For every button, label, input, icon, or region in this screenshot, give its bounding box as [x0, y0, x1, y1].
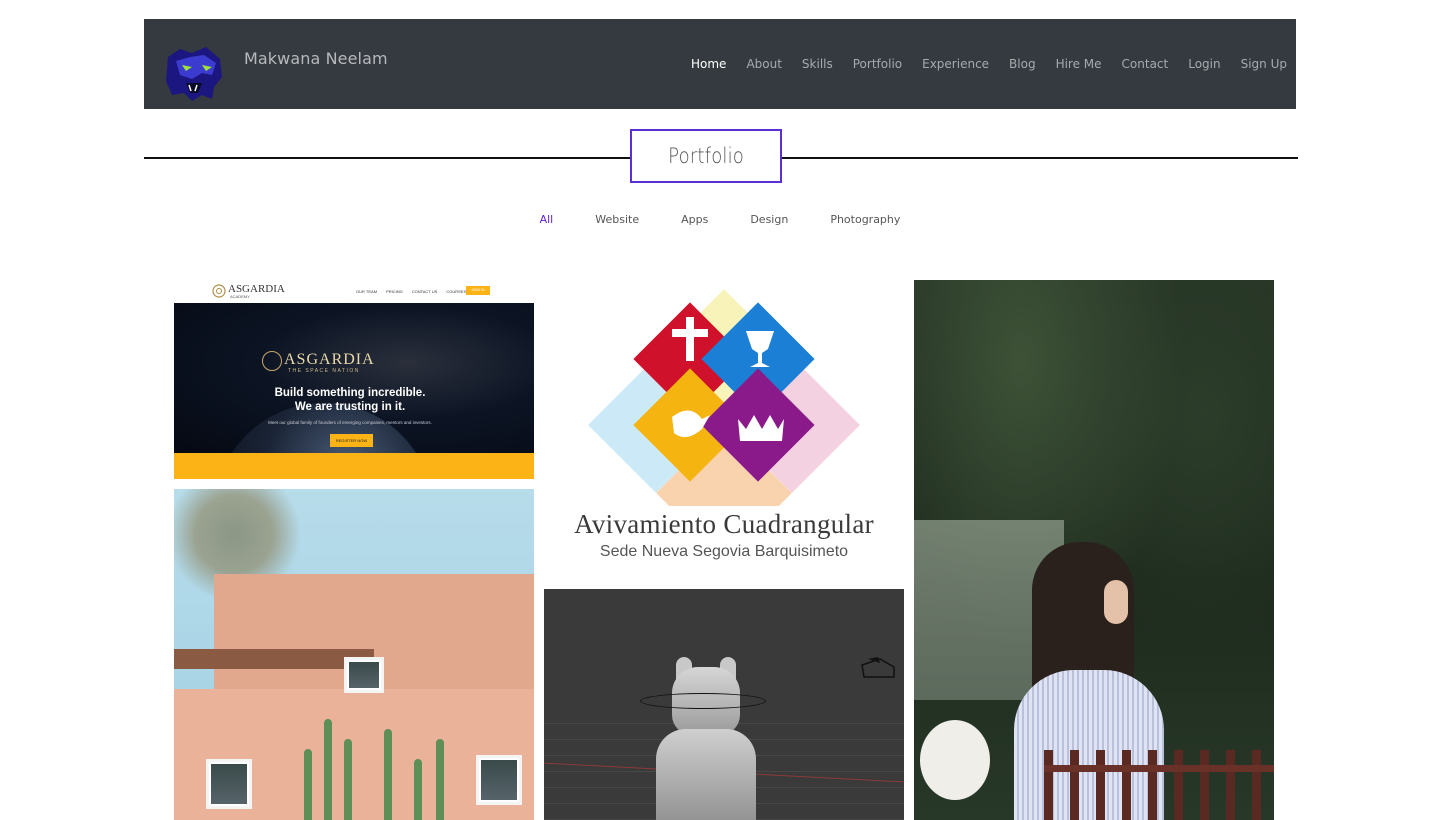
building-window — [476, 755, 522, 805]
hero-brand-sub: THE SPACE NATION — [288, 368, 360, 374]
portfolio-item-adobe-building[interactable] — [174, 489, 534, 820]
wooden-fence — [1044, 750, 1274, 820]
diamond-logo-icon — [588, 289, 860, 506]
nav-item-sign-up[interactable]: Sign Up — [1231, 57, 1297, 71]
portfolio-item-asgardia-website[interactable]: ASGARDIA ACADEMY OUR TEAM PRICING CONTAC… — [174, 281, 534, 479]
filter-design[interactable]: Design — [750, 213, 788, 226]
mock-menu: OUR TEAM PRICING CONTACT US COURSES — [356, 289, 466, 294]
hero-headline-line-1: Build something incredible. — [274, 387, 426, 399]
white-hat — [920, 720, 990, 800]
nav-item-blog[interactable]: Blog — [999, 57, 1046, 71]
hero-emblem-icon — [262, 351, 282, 371]
mock-register-button: REGISTER NOW — [330, 434, 373, 447]
section-title: Portfolio — [668, 144, 744, 168]
nav-item-login[interactable]: Login — [1178, 57, 1230, 71]
nav-item-experience[interactable]: Experience — [912, 57, 999, 71]
logo-subtitle: Sede Nueva Segovia Barquisimeto — [599, 543, 849, 560]
cactus — [414, 759, 422, 820]
cactus — [436, 739, 444, 820]
panther-logo-icon[interactable] — [162, 43, 226, 103]
portfolio-item-3d-robot[interactable] — [544, 589, 904, 820]
hero-body: Meet our global family of founders of em… — [268, 420, 432, 425]
mock-menu-item: COURSES — [446, 289, 467, 294]
rig-ring — [640, 693, 766, 709]
mock-site-header: ASGARDIA ACADEMY OUR TEAM PRICING CONTAC… — [174, 281, 534, 303]
hero-headline-line-2: We are trusting in it. — [294, 401, 406, 413]
filter-website[interactable]: Website — [595, 213, 639, 226]
portfolio-item-logo-design[interactable]: Avivamiento Cuadrangular Sede Nueva Sego… — [544, 281, 904, 581]
brand-name[interactable]: Makwana Neelam — [244, 49, 388, 68]
filter-apps[interactable]: Apps — [681, 213, 708, 226]
logo-title: Avivamiento Cuadrangular — [574, 509, 874, 539]
filter-all[interactable]: All — [540, 213, 554, 226]
mock-menu-item: CONTACT US — [411, 289, 438, 294]
cactus — [344, 739, 352, 820]
main-nav: Home About Skills Portfolio Experience B… — [681, 57, 1297, 71]
cactus — [304, 749, 312, 820]
mock-signin-button: SIGN IN — [466, 286, 490, 295]
portfolio-filters: All Website Apps Design Photography — [0, 213, 1440, 226]
nav-item-home[interactable]: Home — [681, 57, 736, 71]
section-title-box: Portfolio — [630, 129, 782, 183]
mock-menu-item: OUR TEAM — [356, 289, 378, 294]
nav-item-about[interactable]: About — [736, 57, 791, 71]
mock-hero: ASGARDIA THE SPACE NATION Build somethin… — [174, 303, 534, 479]
navbar: Makwana Neelam Home About Skills Portfol… — [144, 19, 1296, 109]
cactus — [384, 729, 392, 820]
nav-item-skills[interactable]: Skills — [792, 57, 843, 71]
nav-item-portfolio[interactable]: Portfolio — [843, 57, 912, 71]
portfolio-item-photography-portrait[interactable] — [914, 280, 1274, 820]
nav-item-hire-me[interactable]: Hire Me — [1046, 57, 1112, 71]
hero-brand: ASGARDIA — [284, 351, 375, 368]
fence-rail — [1044, 765, 1274, 772]
mock-menu-item: PRICING — [386, 289, 403, 294]
building-window — [206, 759, 252, 809]
robot-body — [656, 729, 756, 820]
mock-logo-sub: ACADEMY — [230, 294, 250, 299]
woman-face — [1104, 580, 1128, 624]
building-window — [344, 657, 384, 693]
nav-item-contact[interactable]: Contact — [1112, 57, 1179, 71]
mock-footer-band — [174, 453, 534, 479]
hero-headline: Build something incredible. We are trust… — [174, 386, 526, 414]
filter-photography[interactable]: Photography — [830, 213, 900, 226]
asgardia-emblem-icon — [212, 284, 226, 298]
camera-icon — [861, 657, 895, 678]
cactus — [324, 719, 332, 820]
